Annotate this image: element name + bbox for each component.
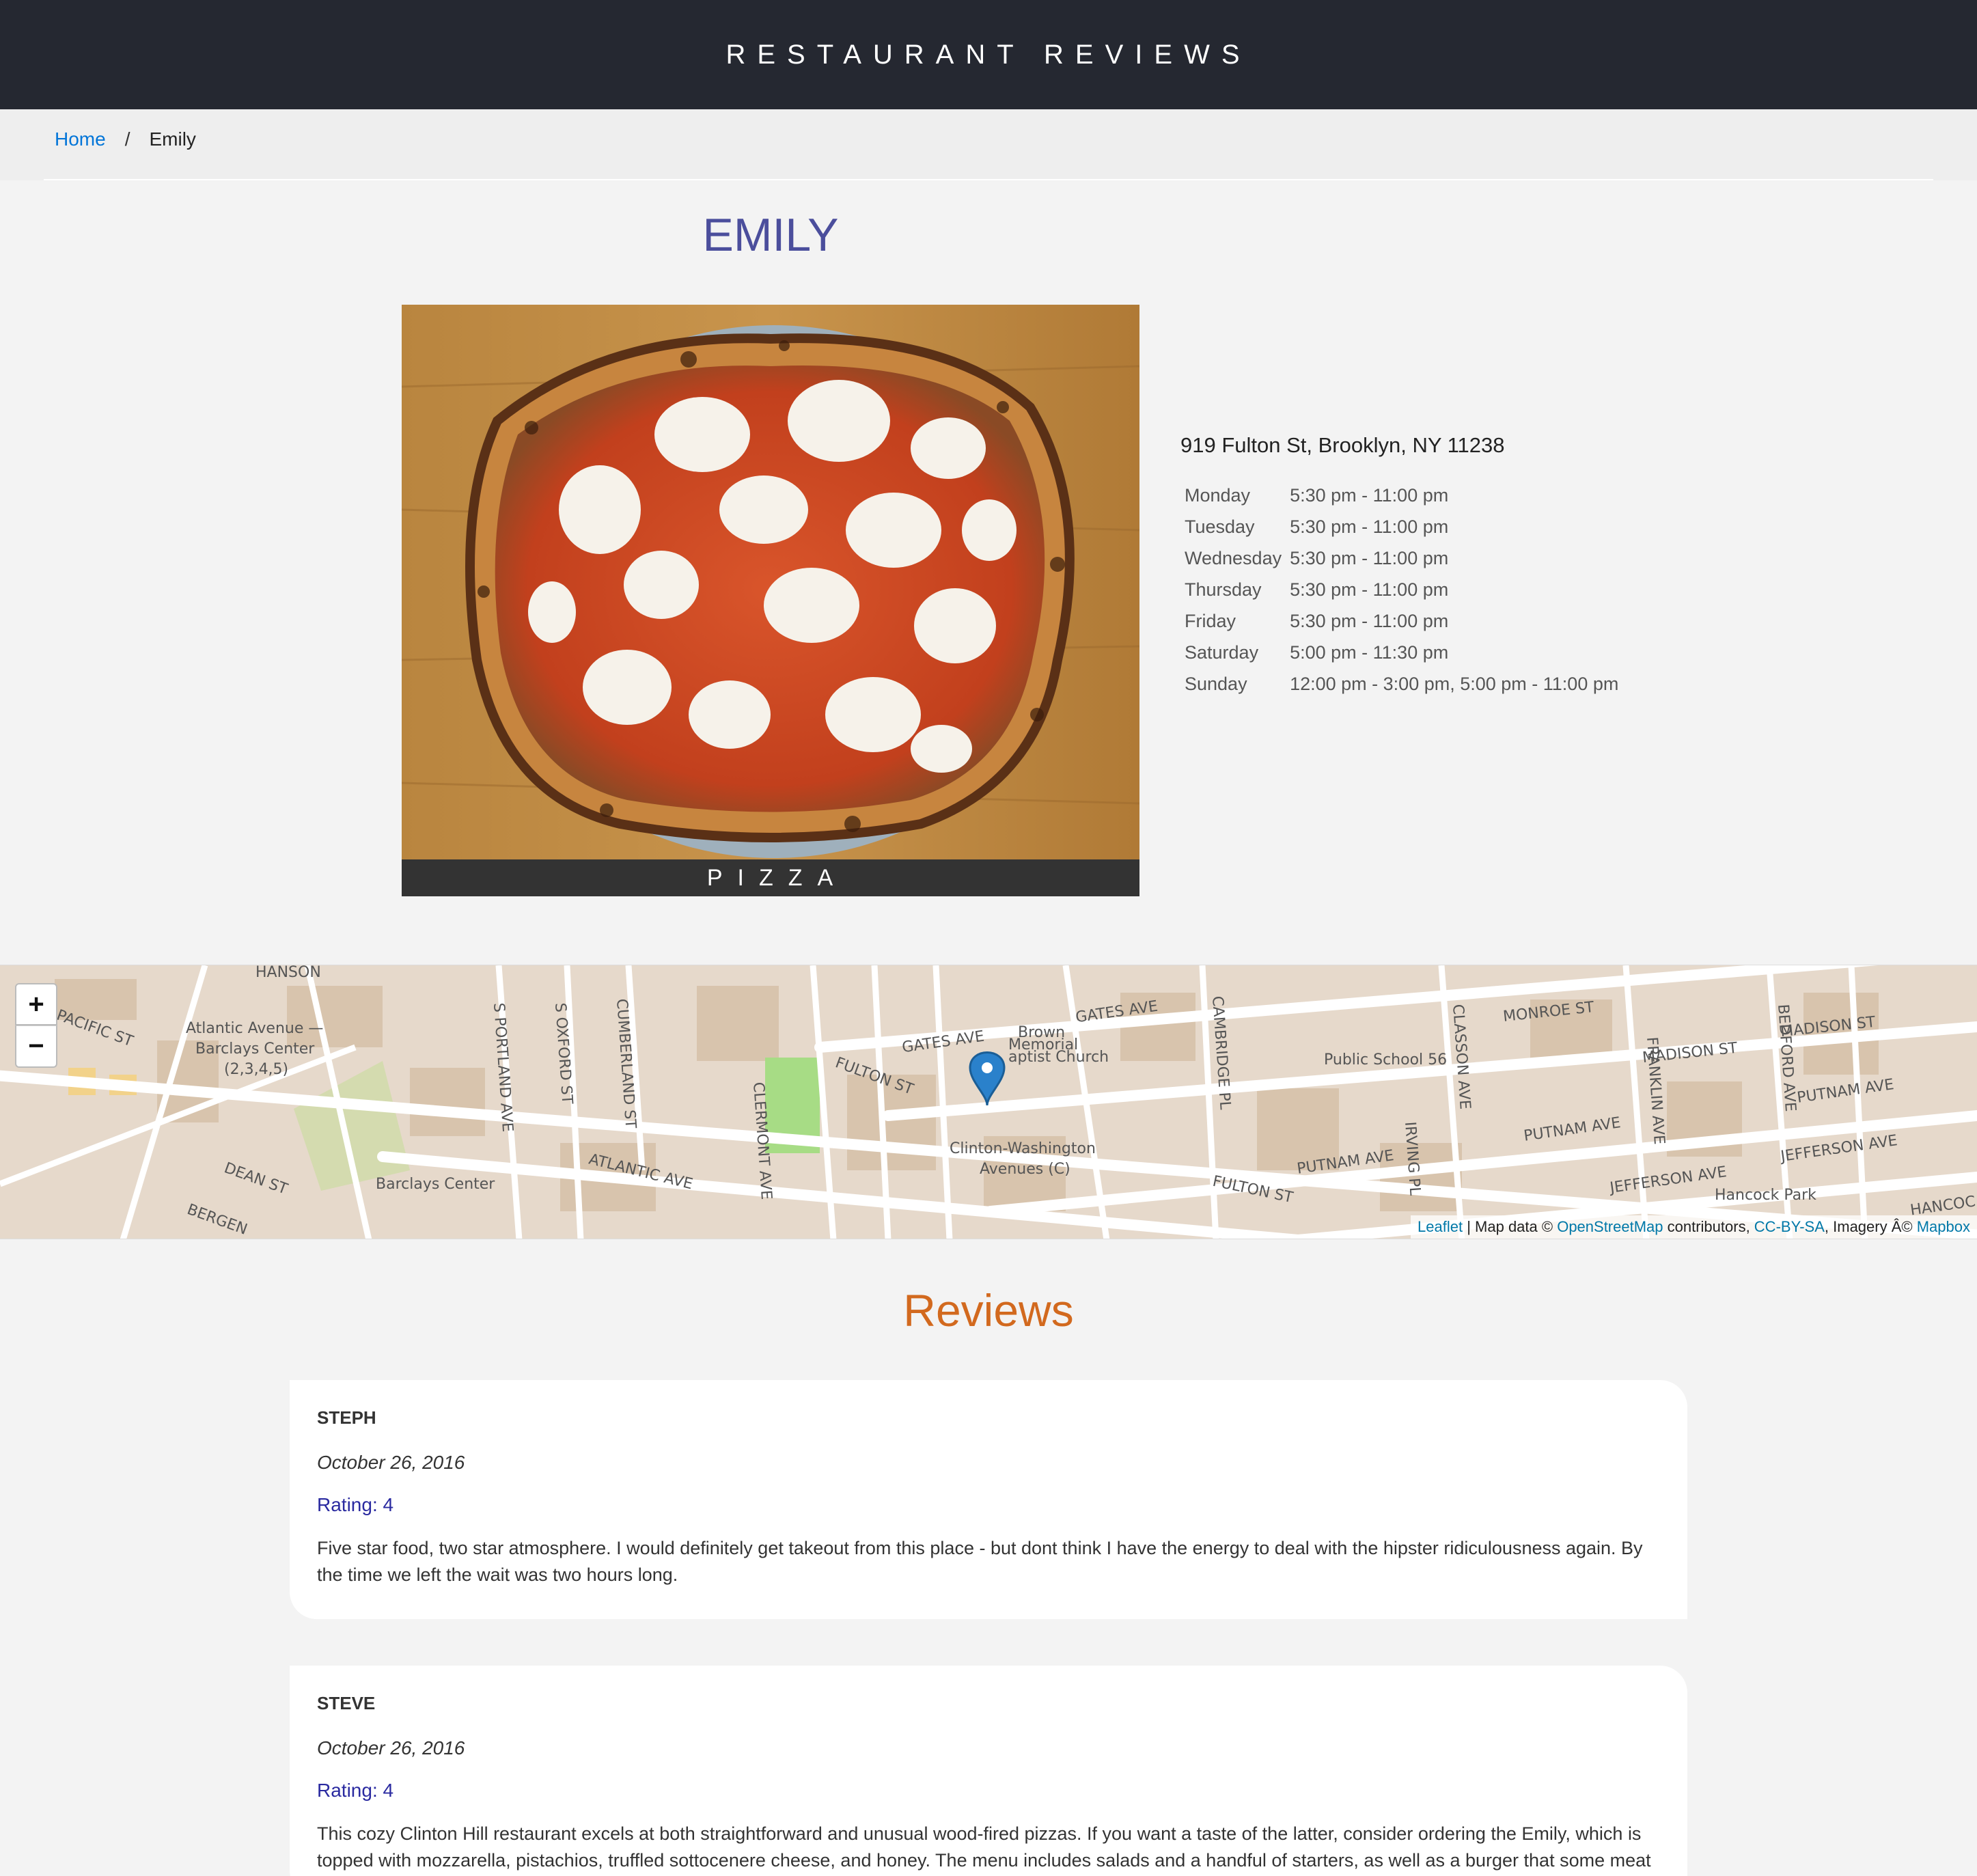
- attribution-text: contributors,: [1663, 1218, 1754, 1235]
- breadcrumb-home-link[interactable]: Home: [55, 128, 106, 150]
- review-date: October 26, 2016: [317, 1452, 465, 1473]
- restaurant-photo: [402, 305, 1139, 859]
- hours-day: Friday: [1185, 610, 1236, 631]
- reviewer-name: Steve: [317, 1693, 376, 1713]
- map-label-place: Public School 56: [1324, 1051, 1448, 1068]
- breadcrumb-divider: [44, 179, 1933, 180]
- review-comments: Five star food, two star atmosphere. I w…: [317, 1538, 1643, 1585]
- leaflet-link[interactable]: Leaflet: [1418, 1218, 1463, 1235]
- openstreetmap-link[interactable]: OpenStreetMap: [1557, 1218, 1663, 1235]
- map-label-station: Clinton-Washington: [950, 1140, 1096, 1157]
- hours-day: Tuesday: [1185, 516, 1255, 537]
- map-tiles[interactable]: [0, 965, 1977, 1239]
- map-label-station: Atlantic Avenue —: [186, 1020, 324, 1037]
- review-rating: Rating: 4: [317, 1494, 394, 1515]
- mapbox-link[interactable]: Mapbox: [1917, 1218, 1970, 1235]
- hours-row: Thursday 5:30 pm - 11:00 pm: [1180, 574, 1622, 605]
- breadcrumb-separator: /: [124, 128, 130, 150]
- map[interactable]: Atlantic Avenue — Barclays Center (2,3,4…: [0, 965, 1977, 1239]
- restaurant-address: 919 Fulton St, Brooklyn, NY 11238: [1180, 433, 1505, 457]
- zoom-in-button[interactable]: +: [15, 983, 57, 1025]
- reviewer-name: Steph: [317, 1407, 376, 1428]
- hours-day: Wednesday: [1185, 547, 1282, 568]
- hours-table: Monday 5:30 pm - 11:00 pm Tuesday 5:30 pm …: [1180, 480, 1622, 700]
- hours-time: 12:00 pm - 3:00 pm, 5:00 pm - 11:00 pm: [1290, 673, 1619, 694]
- map-label-station: Barclays Center: [195, 1040, 315, 1058]
- hours-day: Saturday: [1185, 642, 1259, 663]
- hours-day: Monday: [1185, 484, 1251, 506]
- attribution-text: , Imagery Â©: [1824, 1218, 1917, 1235]
- restaurant-name: EMILY: [702, 209, 839, 261]
- map-label-station: Avenues (C): [980, 1161, 1070, 1178]
- attribution-text: | Map data ©: [1463, 1218, 1558, 1235]
- hours-row: Wednesday 5:30 pm - 11:00 pm: [1180, 542, 1622, 574]
- map-label-place: Hancock Park: [1715, 1187, 1816, 1204]
- site-title[interactable]: Restaurant Reviews: [725, 40, 1251, 70]
- hours-day: Thursday: [1185, 579, 1262, 600]
- map-label-place: Barclays Center: [376, 1176, 495, 1193]
- breadcrumb-current: Emily: [149, 128, 196, 150]
- map-label-street: HANSON: [255, 965, 321, 981]
- map-label-station: (2,3,4,5): [224, 1061, 289, 1078]
- hours-time: 5:30 pm - 11:00 pm: [1290, 610, 1449, 631]
- review-date: October 26, 2016: [317, 1737, 465, 1758]
- hours-time: 5:30 pm - 11:00 pm: [1290, 484, 1449, 506]
- breadcrumb-bar: [0, 109, 1977, 180]
- review-card: Steph October 26, 2016 Rating: 4 Five st…: [290, 1380, 1687, 1619]
- hours-row: Friday 5:30 pm - 11:00 pm: [1180, 605, 1622, 637]
- license-link[interactable]: CC-BY-SA: [1754, 1218, 1825, 1235]
- map-label-place: aptist Church: [1008, 1049, 1109, 1066]
- hours-time: 5:30 pm - 11:00 pm: [1290, 547, 1449, 568]
- review-card: Steve October 26, 2016 Rating: 4 This co…: [290, 1666, 1687, 1876]
- map-attribution: Leaflet | Map data © OpenStreetMap contr…: [1411, 1215, 1977, 1239]
- hours-row: Monday 5:30 pm - 11:00 pm: [1180, 480, 1622, 511]
- site-header: Restaurant Reviews: [0, 0, 1977, 109]
- zoom-out-button[interactable]: −: [15, 1025, 57, 1068]
- breadcrumb: Home / Emily: [55, 128, 196, 150]
- hours-time: 5:30 pm - 11:00 pm: [1290, 516, 1449, 537]
- hours-row: Saturday 5:00 pm - 11:30 pm: [1180, 637, 1622, 668]
- review-rating: Rating: 4: [317, 1780, 394, 1801]
- hours-row: Tuesday 5:30 pm - 11:00 pm: [1180, 511, 1622, 542]
- hours-time: 5:30 pm - 11:00 pm: [1290, 579, 1449, 600]
- reviews-title: Reviews: [903, 1285, 1074, 1336]
- hours-time: 5:00 pm - 11:30 pm: [1290, 642, 1449, 663]
- review-comments: This cozy Clinton Hill restaurant excels…: [317, 1823, 1651, 1871]
- cuisine-label: PIZZA: [402, 859, 1139, 896]
- hours-row: Sunday 12:00 pm - 3:00 pm, 5:00 pm - 11:0…: [1180, 668, 1622, 700]
- hours-day: Sunday: [1185, 673, 1247, 694]
